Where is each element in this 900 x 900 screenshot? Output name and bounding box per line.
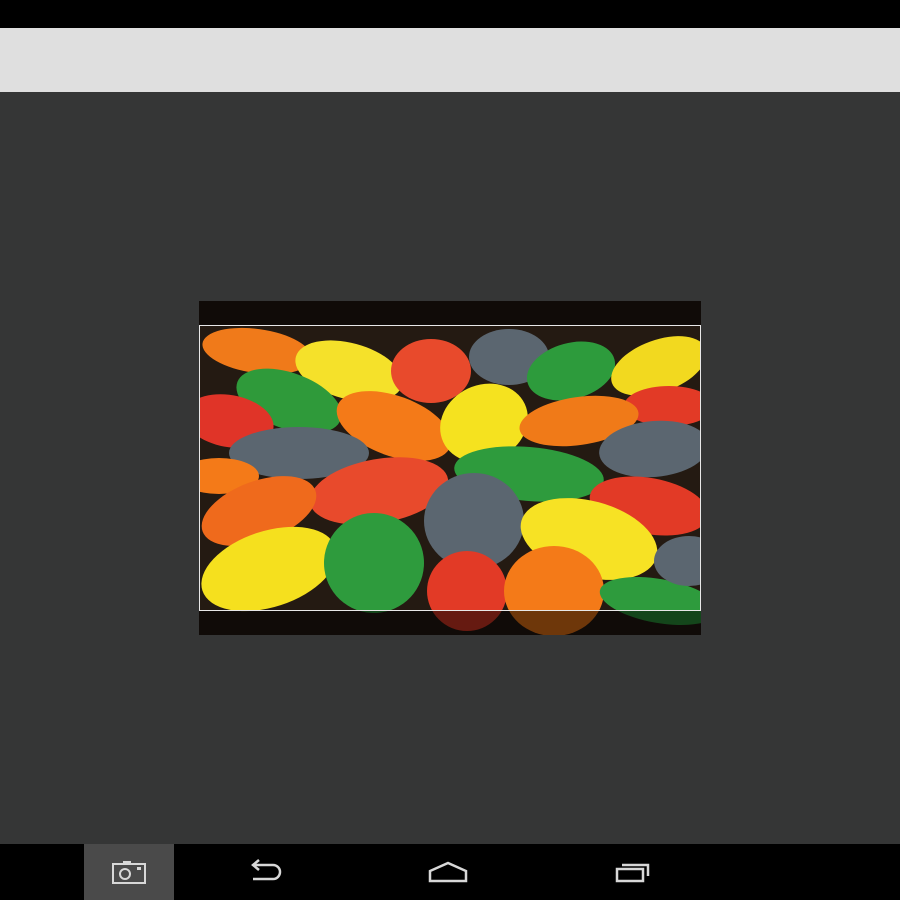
- device-screen: [0, 0, 900, 900]
- screenshot-button[interactable]: [84, 844, 174, 900]
- back-button[interactable]: [220, 844, 310, 900]
- crop-frame[interactable]: [199, 325, 701, 611]
- crop-shade-top: [199, 301, 701, 325]
- navigation-bar: [0, 844, 900, 900]
- home-button[interactable]: [403, 844, 493, 900]
- recent-apps-icon: [615, 863, 650, 883]
- recent-apps-button[interactable]: [588, 844, 678, 900]
- photo-preview: [199, 301, 701, 635]
- crop-shade-bottom: [199, 611, 701, 635]
- status-bar: [0, 0, 900, 28]
- camera-icon: [112, 861, 146, 884]
- action-bar: [0, 28, 900, 92]
- home-icon: [428, 861, 468, 883]
- back-arrow-icon: [251, 859, 282, 881]
- crop-workspace: [0, 92, 900, 844]
